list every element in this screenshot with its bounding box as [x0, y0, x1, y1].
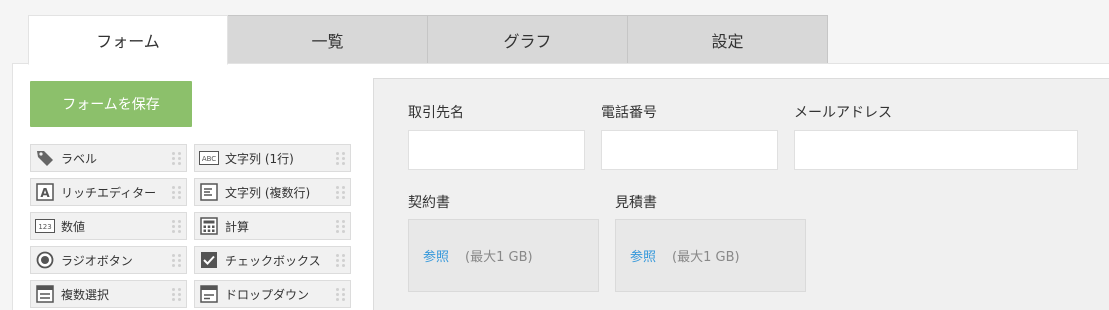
contract-attachment-field: 参照 (最大1 GB): [408, 219, 599, 292]
palette-item-checkbox[interactable]: チェックボックス: [194, 246, 351, 274]
palette-item-text: ドロップダウン: [225, 287, 310, 302]
form-layout-canvas[interactable]: 取引先名 電話番号 メールアドレス 契約書 参照 (最大1 GB) 見積書 参照…: [373, 78, 1109, 310]
svg-text:A: A: [40, 186, 50, 200]
number-icon: 123: [35, 216, 55, 236]
tab-form[interactable]: フォーム: [28, 15, 228, 65]
phone-number-field[interactable]: [601, 130, 778, 170]
palette-item-rich-editor[interactable]: A リッチエディター: [30, 178, 187, 206]
palette-item-text: 複数選択: [61, 287, 110, 302]
svg-text:ABC: ABC: [202, 155, 216, 163]
tab-bar: フォーム 一覧 グラフ 設定: [28, 15, 828, 65]
palette-item-text: チェックボックス: [225, 253, 321, 268]
palette-item-text: 計算: [225, 219, 250, 234]
checkbox-icon: [199, 250, 219, 270]
phone-number-label: 電話番号: [601, 105, 657, 121]
palette-item-single-line-text[interactable]: ABC 文字列 (1行): [194, 144, 351, 172]
rich-editor-icon: A: [35, 182, 55, 202]
palette-item-text: 数値: [61, 219, 86, 234]
quote-label: 見積書: [615, 195, 657, 211]
dropdown-icon: [199, 284, 219, 304]
form-editor-panel: フォームを保存 ラベル ABC 文字列 (1行) A リッチエディター 文字列 …: [12, 63, 1109, 310]
palette-item-calculation[interactable]: 計算: [194, 212, 351, 240]
client-name-label: 取引先名: [408, 105, 464, 121]
email-address-label: メールアドレス: [794, 105, 892, 121]
drag-handle-icon[interactable]: [335, 215, 347, 237]
save-form-button[interactable]: フォームを保存: [30, 81, 192, 127]
palette-item-text: ラベル: [61, 151, 98, 166]
drag-handle-icon[interactable]: [335, 249, 347, 271]
quote-size-limit: (最大1 GB): [672, 250, 740, 265]
tab-settings[interactable]: 設定: [628, 15, 828, 64]
email-address-field[interactable]: [794, 130, 1078, 170]
drag-handle-icon[interactable]: [335, 147, 347, 169]
multiline-text-icon: [199, 182, 219, 202]
quote-browse-link[interactable]: 参照: [630, 246, 656, 265]
radio-button-icon: [35, 250, 55, 270]
palette-item-text: リッチエディター: [61, 185, 157, 200]
drag-handle-icon[interactable]: [335, 181, 347, 203]
abc-text-icon: ABC: [199, 148, 219, 168]
tag-icon: [35, 148, 55, 168]
drag-handle-icon[interactable]: [171, 215, 183, 237]
palette-item-dropdown[interactable]: ドロップダウン: [194, 280, 351, 308]
svg-text:123: 123: [38, 223, 51, 231]
multi-select-icon: [35, 284, 55, 304]
palette-item-text: ラジオボタン: [61, 253, 133, 268]
palette-item-number[interactable]: 123 数値: [30, 212, 187, 240]
tab-graph[interactable]: グラフ: [428, 15, 628, 64]
palette-item-multi-select[interactable]: 複数選択: [30, 280, 187, 308]
tab-list[interactable]: 一覧: [228, 15, 428, 64]
calculator-icon: [199, 216, 219, 236]
contract-browse-link[interactable]: 参照: [423, 246, 449, 265]
drag-handle-icon[interactable]: [171, 283, 183, 305]
client-name-field[interactable]: [408, 130, 585, 170]
palette-item-text: 文字列 (1行): [225, 151, 294, 166]
drag-handle-icon[interactable]: [171, 181, 183, 203]
drag-handle-icon[interactable]: [171, 249, 183, 271]
drag-handle-icon[interactable]: [335, 283, 347, 305]
contract-size-limit: (最大1 GB): [465, 250, 533, 265]
drag-handle-icon[interactable]: [171, 147, 183, 169]
quote-attachment-field: 参照 (最大1 GB): [615, 219, 806, 292]
contract-label: 契約書: [408, 195, 450, 211]
palette-item-text: 文字列 (複数行): [225, 185, 311, 200]
palette-item-multi-line-text[interactable]: 文字列 (複数行): [194, 178, 351, 206]
palette-item-radio-button[interactable]: ラジオボタン: [30, 246, 187, 274]
palette-item-label[interactable]: ラベル: [30, 144, 187, 172]
